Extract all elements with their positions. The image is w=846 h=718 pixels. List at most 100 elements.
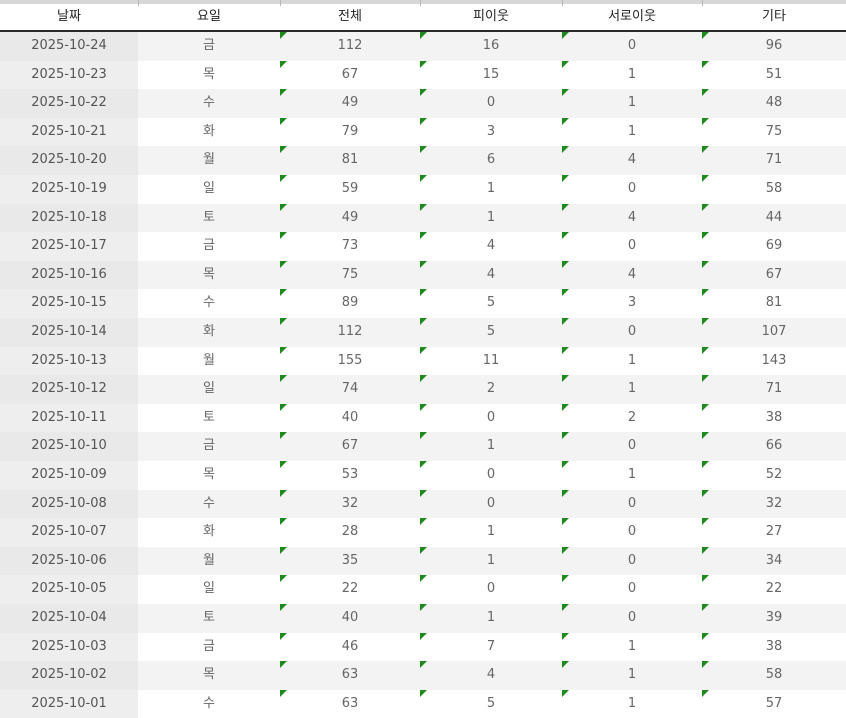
cell-weekday[interactable]: 화 (138, 318, 280, 347)
header-neighbor[interactable]: 피이웃 (420, 4, 562, 30)
cell-date[interactable]: 2025-10-03 (0, 632, 138, 662)
cell-mutual-neighbor[interactable]: 0 (562, 318, 702, 347)
cell-total[interactable]: 49 (280, 89, 420, 118)
table-row[interactable]: 2025-10-07 화 28 1 0 27 (0, 518, 846, 547)
cell-total[interactable]: 112 (280, 32, 420, 61)
cell-mutual-neighbor[interactable]: 0 (562, 518, 702, 547)
cell-weekday[interactable]: 화 (138, 518, 280, 547)
cell-date[interactable]: 2025-10-06 (0, 546, 138, 576)
cell-date[interactable]: 2025-10-12 (0, 375, 138, 404)
cell-mutual-neighbor[interactable]: 1 (562, 61, 702, 90)
cell-other[interactable]: 96 (702, 32, 846, 61)
cell-other[interactable]: 22 (702, 575, 846, 604)
cell-total[interactable]: 32 (280, 490, 420, 519)
cell-neighbor[interactable]: 2 (420, 375, 562, 404)
cell-weekday[interactable]: 수 (138, 490, 280, 519)
cell-total[interactable]: 53 (280, 461, 420, 490)
cell-mutual-neighbor[interactable]: 0 (562, 175, 702, 204)
cell-other[interactable]: 27 (702, 518, 846, 547)
cell-total[interactable]: 63 (280, 690, 420, 718)
cell-neighbor[interactable]: 3 (420, 118, 562, 147)
cell-neighbor[interactable]: 1 (420, 518, 562, 547)
cell-mutual-neighbor[interactable]: 1 (562, 347, 702, 376)
cell-other[interactable]: 71 (702, 146, 846, 175)
cell-weekday[interactable]: 일 (138, 175, 280, 204)
table-row[interactable]: 2025-10-02 목 63 4 1 58 (0, 661, 846, 690)
cell-other[interactable]: 34 (702, 547, 846, 576)
cell-date[interactable]: 2025-10-05 (0, 575, 138, 604)
table-row[interactable]: 2025-10-06 월 35 1 0 34 (0, 546, 846, 576)
cell-neighbor[interactable]: 15 (420, 61, 562, 90)
table-row[interactable]: 2025-10-19 일 59 1 0 58 (0, 175, 846, 204)
cell-total[interactable]: 22 (280, 575, 420, 604)
cell-mutual-neighbor[interactable]: 0 (562, 547, 702, 576)
cell-mutual-neighbor[interactable]: 0 (562, 604, 702, 633)
cell-date[interactable]: 2025-10-17 (0, 232, 138, 261)
cell-neighbor[interactable]: 16 (420, 32, 562, 61)
cell-neighbor[interactable]: 4 (420, 661, 562, 690)
cell-other[interactable]: 38 (702, 633, 846, 662)
spreadsheet-grid[interactable]: 날짜 요일 전체 피이웃 서로이웃 기타 2025-10-24 금 112 16 0 96 2025-… (0, 0, 846, 718)
cell-weekday[interactable]: 금 (138, 32, 280, 61)
table-row[interactable]: 2025-10-16 목 75 4 4 67 (0, 260, 846, 290)
table-row[interactable]: 2025-10-04 토 40 1 0 39 (0, 604, 846, 633)
cell-total[interactable]: 155 (280, 347, 420, 376)
cell-neighbor[interactable]: 4 (420, 261, 562, 290)
cell-weekday[interactable]: 토 (138, 604, 280, 633)
header-total[interactable]: 전체 (280, 4, 420, 30)
table-row[interactable]: 2025-10-13 월 155 11 1 143 (0, 346, 846, 376)
cell-total[interactable]: 67 (280, 432, 420, 461)
cell-date[interactable]: 2025-10-18 (0, 203, 138, 233)
cell-total[interactable]: 67 (280, 61, 420, 90)
column-separator[interactable] (280, 0, 281, 6)
cell-weekday[interactable]: 화 (138, 118, 280, 147)
cell-date[interactable]: 2025-10-20 (0, 146, 138, 175)
cell-date[interactable]: 2025-10-22 (0, 89, 138, 118)
cell-total[interactable]: 89 (280, 289, 420, 318)
cell-other[interactable]: 71 (702, 375, 846, 404)
table-row[interactable]: 2025-10-10 금 67 1 0 66 (0, 432, 846, 461)
cell-weekday[interactable]: 목 (138, 61, 280, 90)
cell-mutual-neighbor[interactable]: 0 (562, 432, 702, 461)
cell-weekday[interactable]: 목 (138, 261, 280, 290)
cell-other[interactable]: 39 (702, 604, 846, 633)
header-mutual-neighbor[interactable]: 서로이웃 (562, 4, 702, 30)
cell-other[interactable]: 52 (702, 461, 846, 490)
cell-other[interactable]: 44 (702, 204, 846, 233)
cell-total[interactable]: 73 (280, 232, 420, 261)
cell-date[interactable]: 2025-10-02 (0, 661, 138, 690)
cell-date[interactable]: 2025-10-13 (0, 346, 138, 376)
cell-other[interactable]: 58 (702, 175, 846, 204)
cell-other[interactable]: 67 (702, 261, 846, 290)
cell-date[interactable]: 2025-10-10 (0, 432, 138, 461)
cell-other[interactable]: 66 (702, 432, 846, 461)
table-row[interactable]: 2025-10-14 화 112 5 0 107 (0, 318, 846, 347)
cell-total[interactable]: 63 (280, 661, 420, 690)
cell-neighbor[interactable]: 1 (420, 432, 562, 461)
table-row[interactable]: 2025-10-22 수 49 0 1 48 (0, 89, 846, 118)
cell-other[interactable]: 143 (702, 347, 846, 376)
cell-neighbor[interactable]: 4 (420, 232, 562, 261)
cell-mutual-neighbor[interactable]: 1 (562, 690, 702, 718)
column-separator[interactable] (702, 0, 703, 6)
cell-weekday[interactable]: 금 (138, 232, 280, 261)
cell-date[interactable]: 2025-10-23 (0, 60, 138, 90)
cell-mutual-neighbor[interactable]: 1 (562, 633, 702, 662)
cell-total[interactable]: 75 (280, 261, 420, 290)
table-row[interactable]: 2025-10-20 월 81 6 4 71 (0, 146, 846, 175)
cell-total[interactable]: 46 (280, 633, 420, 662)
cell-mutual-neighbor[interactable]: 2 (562, 404, 702, 433)
cell-neighbor[interactable]: 0 (420, 490, 562, 519)
header-other[interactable]: 기타 (702, 4, 846, 30)
cell-other[interactable]: 58 (702, 661, 846, 690)
table-row[interactable]: 2025-10-01 수 63 5 1 57 (0, 689, 846, 718)
cell-mutual-neighbor[interactable]: 1 (562, 118, 702, 147)
cell-neighbor[interactable]: 11 (420, 347, 562, 376)
cell-weekday[interactable]: 수 (138, 289, 280, 318)
table-row[interactable]: 2025-10-08 수 32 0 0 32 (0, 489, 846, 519)
cell-mutual-neighbor[interactable]: 1 (562, 89, 702, 118)
cell-mutual-neighbor[interactable]: 0 (562, 32, 702, 61)
table-row[interactable]: 2025-10-09 목 53 0 1 52 (0, 461, 846, 490)
table-row[interactable]: 2025-10-12 일 74 2 1 71 (0, 375, 846, 404)
cell-other[interactable]: 75 (702, 118, 846, 147)
